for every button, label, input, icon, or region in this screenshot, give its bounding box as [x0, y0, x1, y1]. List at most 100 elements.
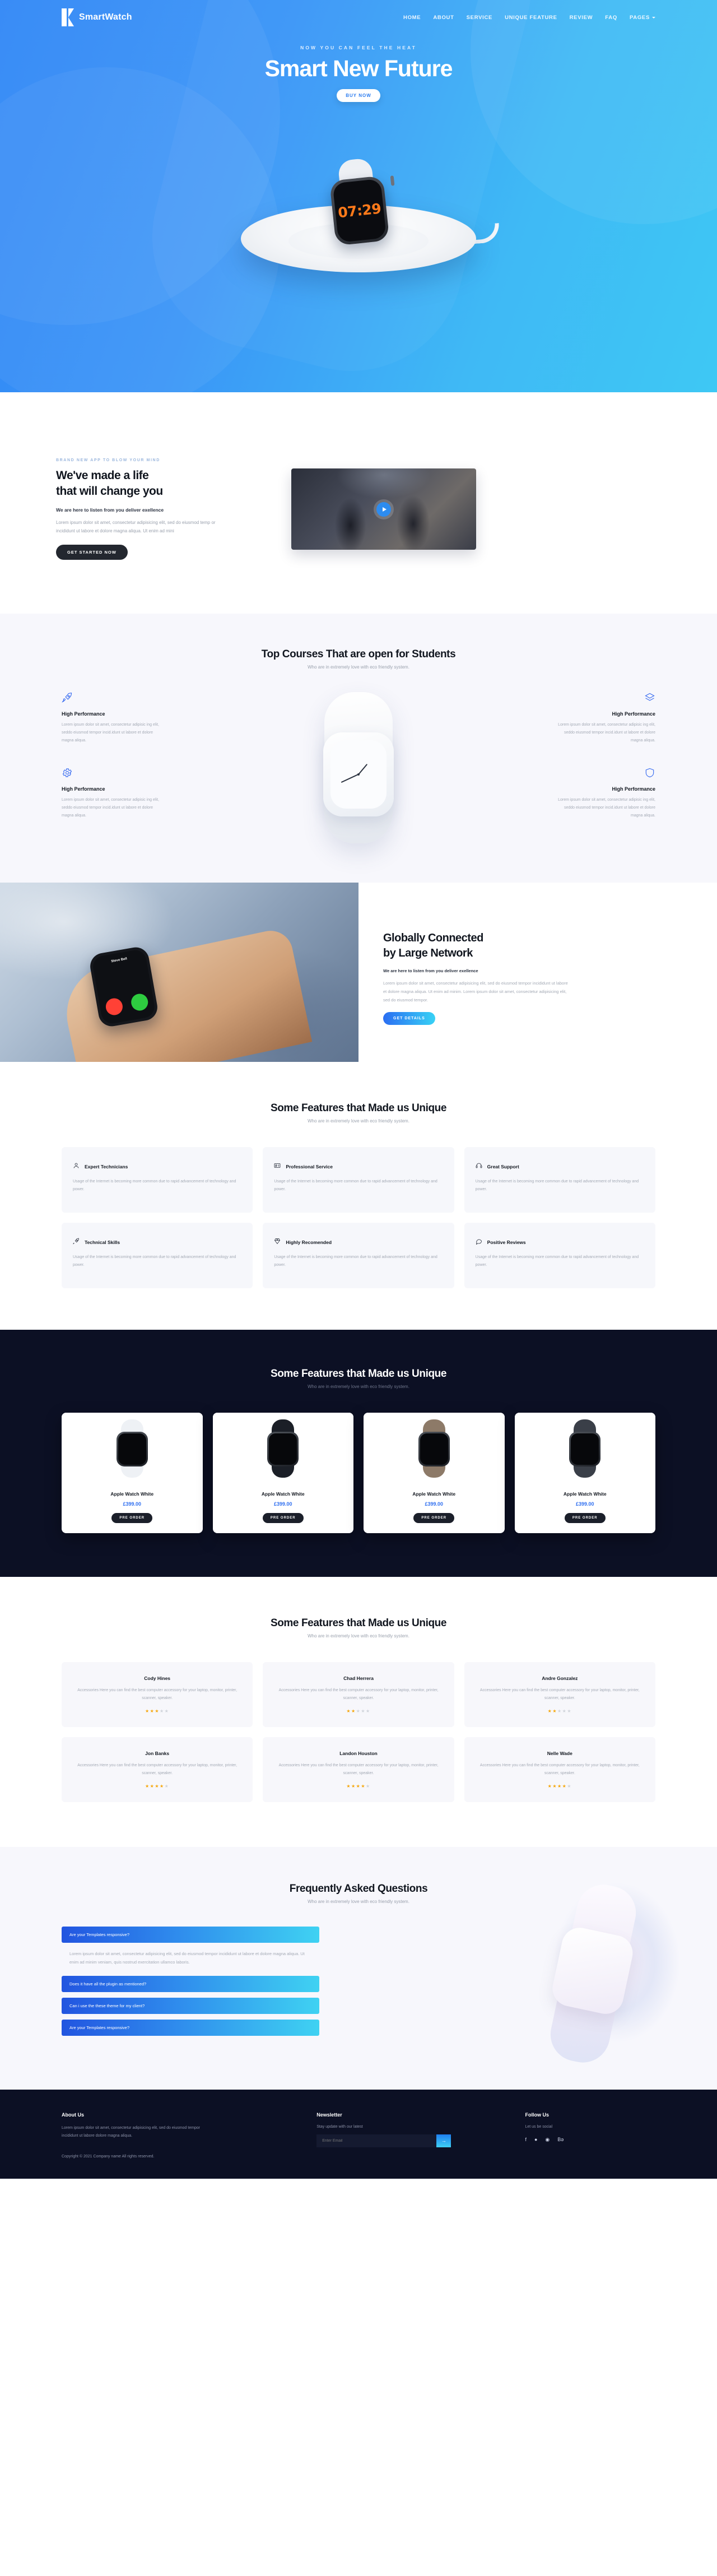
feature-text: Usage of the Internet is becoming more c… — [475, 1180, 639, 1192]
hero-title: Smart New Future — [264, 55, 453, 81]
rating-stars: ★★★★★ — [346, 1709, 371, 1714]
products-section: Some Features that Made us Unique Who ar… — [0, 1330, 717, 1577]
nav-item-pages[interactable]: PAGES — [630, 15, 655, 21]
footer-newsletter-column: Newsletter Stay update with our latest → — [316, 2112, 502, 2159]
features-section: Some Features that Made us Unique Who ar… — [0, 1062, 717, 1330]
feature-text: Usage of the Internet is becoming more c… — [73, 1180, 236, 1192]
testimonial-name: Nelle Wade — [547, 1751, 572, 1757]
product-card[interactable]: Apple Watch White £399.00 PRE ORDER — [212, 1413, 353, 1534]
nav-item-faq[interactable]: FAQ — [605, 15, 617, 21]
product-card[interactable]: Apple Watch White £399.00 PRE ORDER — [364, 1413, 505, 1534]
faq-item: Can i use the these theme for my client? — [62, 1997, 319, 2014]
global-body: Lorem ipsum dolor sit amet, consectetur … — [383, 981, 568, 1003]
newsletter-form: → — [316, 2134, 451, 2147]
global-title-line2: by Large Network — [383, 947, 473, 960]
nav-item-service[interactable]: SERVICE — [467, 15, 492, 21]
faq-question[interactable]: Does it have all the plugin as mentioned… — [62, 1975, 319, 1992]
nav-item-review[interactable]: REVIEW — [570, 15, 593, 21]
hero-watch: 07:29 — [320, 156, 398, 247]
footer-follow-subtitle: Let us be social — [525, 2124, 553, 2129]
faq-item: Does it have all the plugin as mentioned… — [62, 1975, 319, 1992]
faq-accordion: Are your Templates responsive? Lorem ips… — [62, 1927, 319, 2036]
about-video-thumbnail[interactable] — [291, 468, 476, 550]
hero-watch-time: 07:29 — [337, 200, 382, 221]
about-section: BRAND NEW APP TO BLOW YOUR MIND We've ma… — [0, 392, 717, 614]
hero-kicker: NOW YOU CAN FEEL THE HEAT — [300, 45, 417, 50]
footer-about-column: About Us Lorem ipsum dolor sit amet, con… — [62, 2112, 294, 2159]
course-title: High Performance — [612, 786, 655, 792]
footer-follow-title: Follow Us — [525, 2111, 549, 2118]
incoming-call-screen: Steve Bell — [91, 948, 156, 1025]
social-links: f ● ◉ Bə — [525, 2137, 655, 2143]
course-item: High Performance Lorem ipsum dolor sit a… — [62, 767, 160, 820]
nav-item-unique-feature[interactable]: UNIQUE FEATURE — [505, 15, 557, 21]
phone-accept-icon[interactable] — [129, 992, 150, 1012]
testimonial-text: Accessories Here you can find the best c… — [278, 1688, 439, 1701]
dribbble-icon[interactable]: ◉ — [545, 2137, 550, 2143]
pre-order-button[interactable]: PRE ORDER — [564, 1513, 606, 1524]
feature-card[interactable]: Highly Recomended Usage of the Internet … — [263, 1223, 454, 1289]
course-text: Lorem ipsum dolor sit amet, consectetur … — [558, 798, 655, 818]
hero-section: SmartWatch HOME ABOUT SERVICE UNIQUE FEA… — [0, 0, 717, 392]
faq-title: Frequently Asked Questions — [289, 1883, 428, 1895]
course-item: High Performance Lorem ipsum dolor sit a… — [62, 692, 160, 745]
diamond-icon — [274, 1237, 281, 1247]
testimonial-card: Jon Banks Accessories Here you can find … — [62, 1737, 253, 1803]
courses-section: Top Courses That are open for Students W… — [0, 614, 717, 883]
newsletter-email-input[interactable] — [316, 2134, 437, 2147]
feature-card[interactable]: Great Support Usage of the Internet is b… — [464, 1147, 655, 1213]
footer-copyright: Copyright © 2021 Company name All rights… — [62, 2154, 155, 2159]
product-card[interactable]: Apple Watch White £399.00 PRE ORDER — [514, 1413, 655, 1534]
course-text: Lorem ipsum dolor sit amet, consectetur … — [558, 723, 655, 743]
courses-right-column: High Performance Lorem ipsum dolor sit a… — [557, 692, 655, 842]
behance-icon[interactable]: Bə — [557, 2137, 564, 2143]
arrow-right-icon[interactable]: → — [436, 2134, 451, 2147]
feature-text: Usage of the Internet is becoming more c… — [274, 1180, 437, 1192]
product-price: £399.00 — [425, 1501, 444, 1507]
product-name: Apple Watch White — [563, 1491, 607, 1497]
features-grid: Expert Technicians Usage of the Internet… — [62, 1147, 655, 1289]
nav-item-home[interactable]: HOME — [403, 15, 421, 21]
testimonial-text: Accessories Here you can find the best c… — [479, 1688, 640, 1701]
feature-card[interactable]: Professional Service Usage of the Intern… — [263, 1147, 454, 1213]
chevron-down-icon — [652, 16, 655, 18]
play-icon[interactable] — [376, 502, 391, 517]
testimonial-text: Accessories Here you can find the best c… — [479, 1763, 640, 1776]
product-name: Apple Watch White — [110, 1491, 154, 1497]
footer-about-title: About Us — [62, 2111, 84, 2118]
testimonial-name: Cody Hines — [144, 1675, 171, 1682]
feature-card[interactable]: Technical Skills Usage of the Internet i… — [62, 1223, 253, 1289]
feature-card[interactable]: Expert Technicians Usage of the Internet… — [62, 1147, 253, 1213]
get-started-button[interactable]: GET STARTED NOW — [56, 545, 128, 560]
layers-icon — [557, 692, 655, 704]
twitter-icon[interactable]: ● — [534, 2137, 537, 2143]
product-card[interactable]: Apple Watch White £399.00 PRE ORDER — [62, 1413, 203, 1534]
user-icon — [73, 1162, 80, 1172]
testimonial-text: Accessories Here you can find the best c… — [77, 1688, 238, 1701]
feature-title: Highly Recomended — [286, 1240, 332, 1246]
pre-order-button[interactable]: PRE ORDER — [413, 1513, 455, 1524]
feature-card[interactable]: Positive Reviews Usage of the Internet i… — [464, 1223, 655, 1289]
hero-content: NOW YOU CAN FEEL THE HEAT Smart New Futu… — [0, 45, 717, 102]
phone-decline-icon[interactable] — [104, 997, 124, 1017]
pre-order-button[interactable]: PRE ORDER — [111, 1513, 153, 1524]
global-text-block: Globally Connected by Large Network We a… — [358, 883, 717, 1062]
pre-order-button[interactable]: PRE ORDER — [262, 1513, 304, 1524]
headset-icon — [476, 1162, 482, 1172]
faq-question[interactable]: Can i use the these theme for my client? — [62, 1997, 319, 2014]
site-footer: About Us Lorem ipsum dolor sit amet, con… — [0, 2089, 717, 2179]
global-network-image: Steve Bell — [0, 883, 358, 1062]
testimonials-section: Some Features that Made us Unique Who ar… — [0, 1577, 717, 1848]
facebook-icon[interactable]: f — [525, 2137, 527, 2143]
faq-question[interactable]: Are your Templates responsive? — [62, 1927, 319, 1943]
about-lead: We are here to listen from you deliver e… — [56, 507, 164, 513]
buy-now-button[interactable]: BUY NOW — [337, 89, 380, 102]
brand-logo[interactable]: SmartWatch — [62, 8, 132, 26]
nav-item-about[interactable]: ABOUT — [433, 15, 454, 21]
courses-watch-illustration — [274, 692, 443, 844]
faq-question[interactable]: Are your Templates responsive? — [62, 2019, 319, 2036]
testimonials-subtitle: Who are in extremely love with eco frien… — [308, 1633, 409, 1639]
course-text: Lorem ipsum dolor sit amet, consectetur … — [62, 723, 159, 743]
get-details-button[interactable]: GET DETAILS — [383, 1012, 435, 1025]
about-text-block: BRAND NEW APP TO BLOW YOUR MIND We've ma… — [0, 458, 263, 560]
